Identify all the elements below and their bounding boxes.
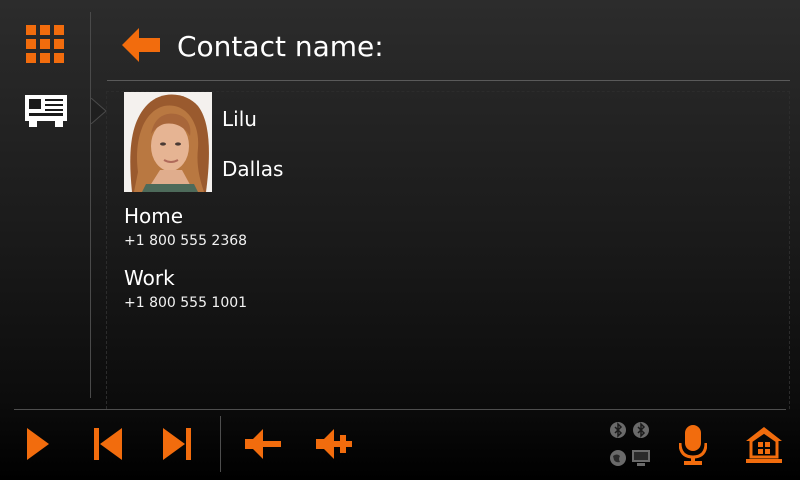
play-button[interactable] — [27, 428, 49, 460]
home-button[interactable] — [746, 427, 782, 463]
next-track-icon — [163, 428, 191, 460]
apps-grid-button[interactable] — [26, 25, 64, 63]
sidebar-divider — [90, 12, 91, 398]
back-arrow-icon — [122, 28, 160, 62]
volume-down-icon — [245, 429, 281, 459]
header-divider — [107, 80, 790, 81]
play-icon — [27, 428, 49, 460]
phone-label-home: Home — [124, 204, 184, 228]
microphone-button[interactable] — [678, 425, 708, 465]
globe-icon — [610, 450, 626, 466]
phone-number-home[interactable]: +1 800 555 2368 — [124, 232, 247, 250]
phone-label-work: Work — [124, 266, 175, 290]
media-volume-divider — [220, 416, 221, 472]
page-title: Contact name: — [177, 30, 384, 63]
contact-photo — [124, 92, 212, 192]
previous-track-button[interactable] — [94, 428, 122, 460]
previous-track-icon — [94, 428, 122, 460]
back-button[interactable] — [122, 28, 160, 62]
volume-up-icon — [316, 429, 352, 459]
bottom-bar-divider — [14, 409, 786, 410]
contact-city: Dallas — [222, 157, 284, 181]
status-icons — [609, 421, 651, 469]
next-track-button[interactable] — [163, 428, 191, 460]
contact-card-button[interactable] — [25, 95, 67, 129]
volume-up-button[interactable] — [316, 427, 352, 461]
contact-card-icon — [25, 95, 67, 127]
home-icon — [746, 427, 782, 463]
microphone-icon — [678, 425, 708, 465]
bluetooth-icon — [610, 422, 626, 438]
monitor-icon — [632, 450, 650, 466]
phone-number-work[interactable]: +1 800 555 1001 — [124, 294, 247, 312]
contact-name: Lilu — [222, 107, 257, 131]
grid-icon — [26, 25, 64, 63]
bluetooth-icon — [633, 422, 649, 438]
volume-down-button[interactable] — [245, 427, 281, 461]
